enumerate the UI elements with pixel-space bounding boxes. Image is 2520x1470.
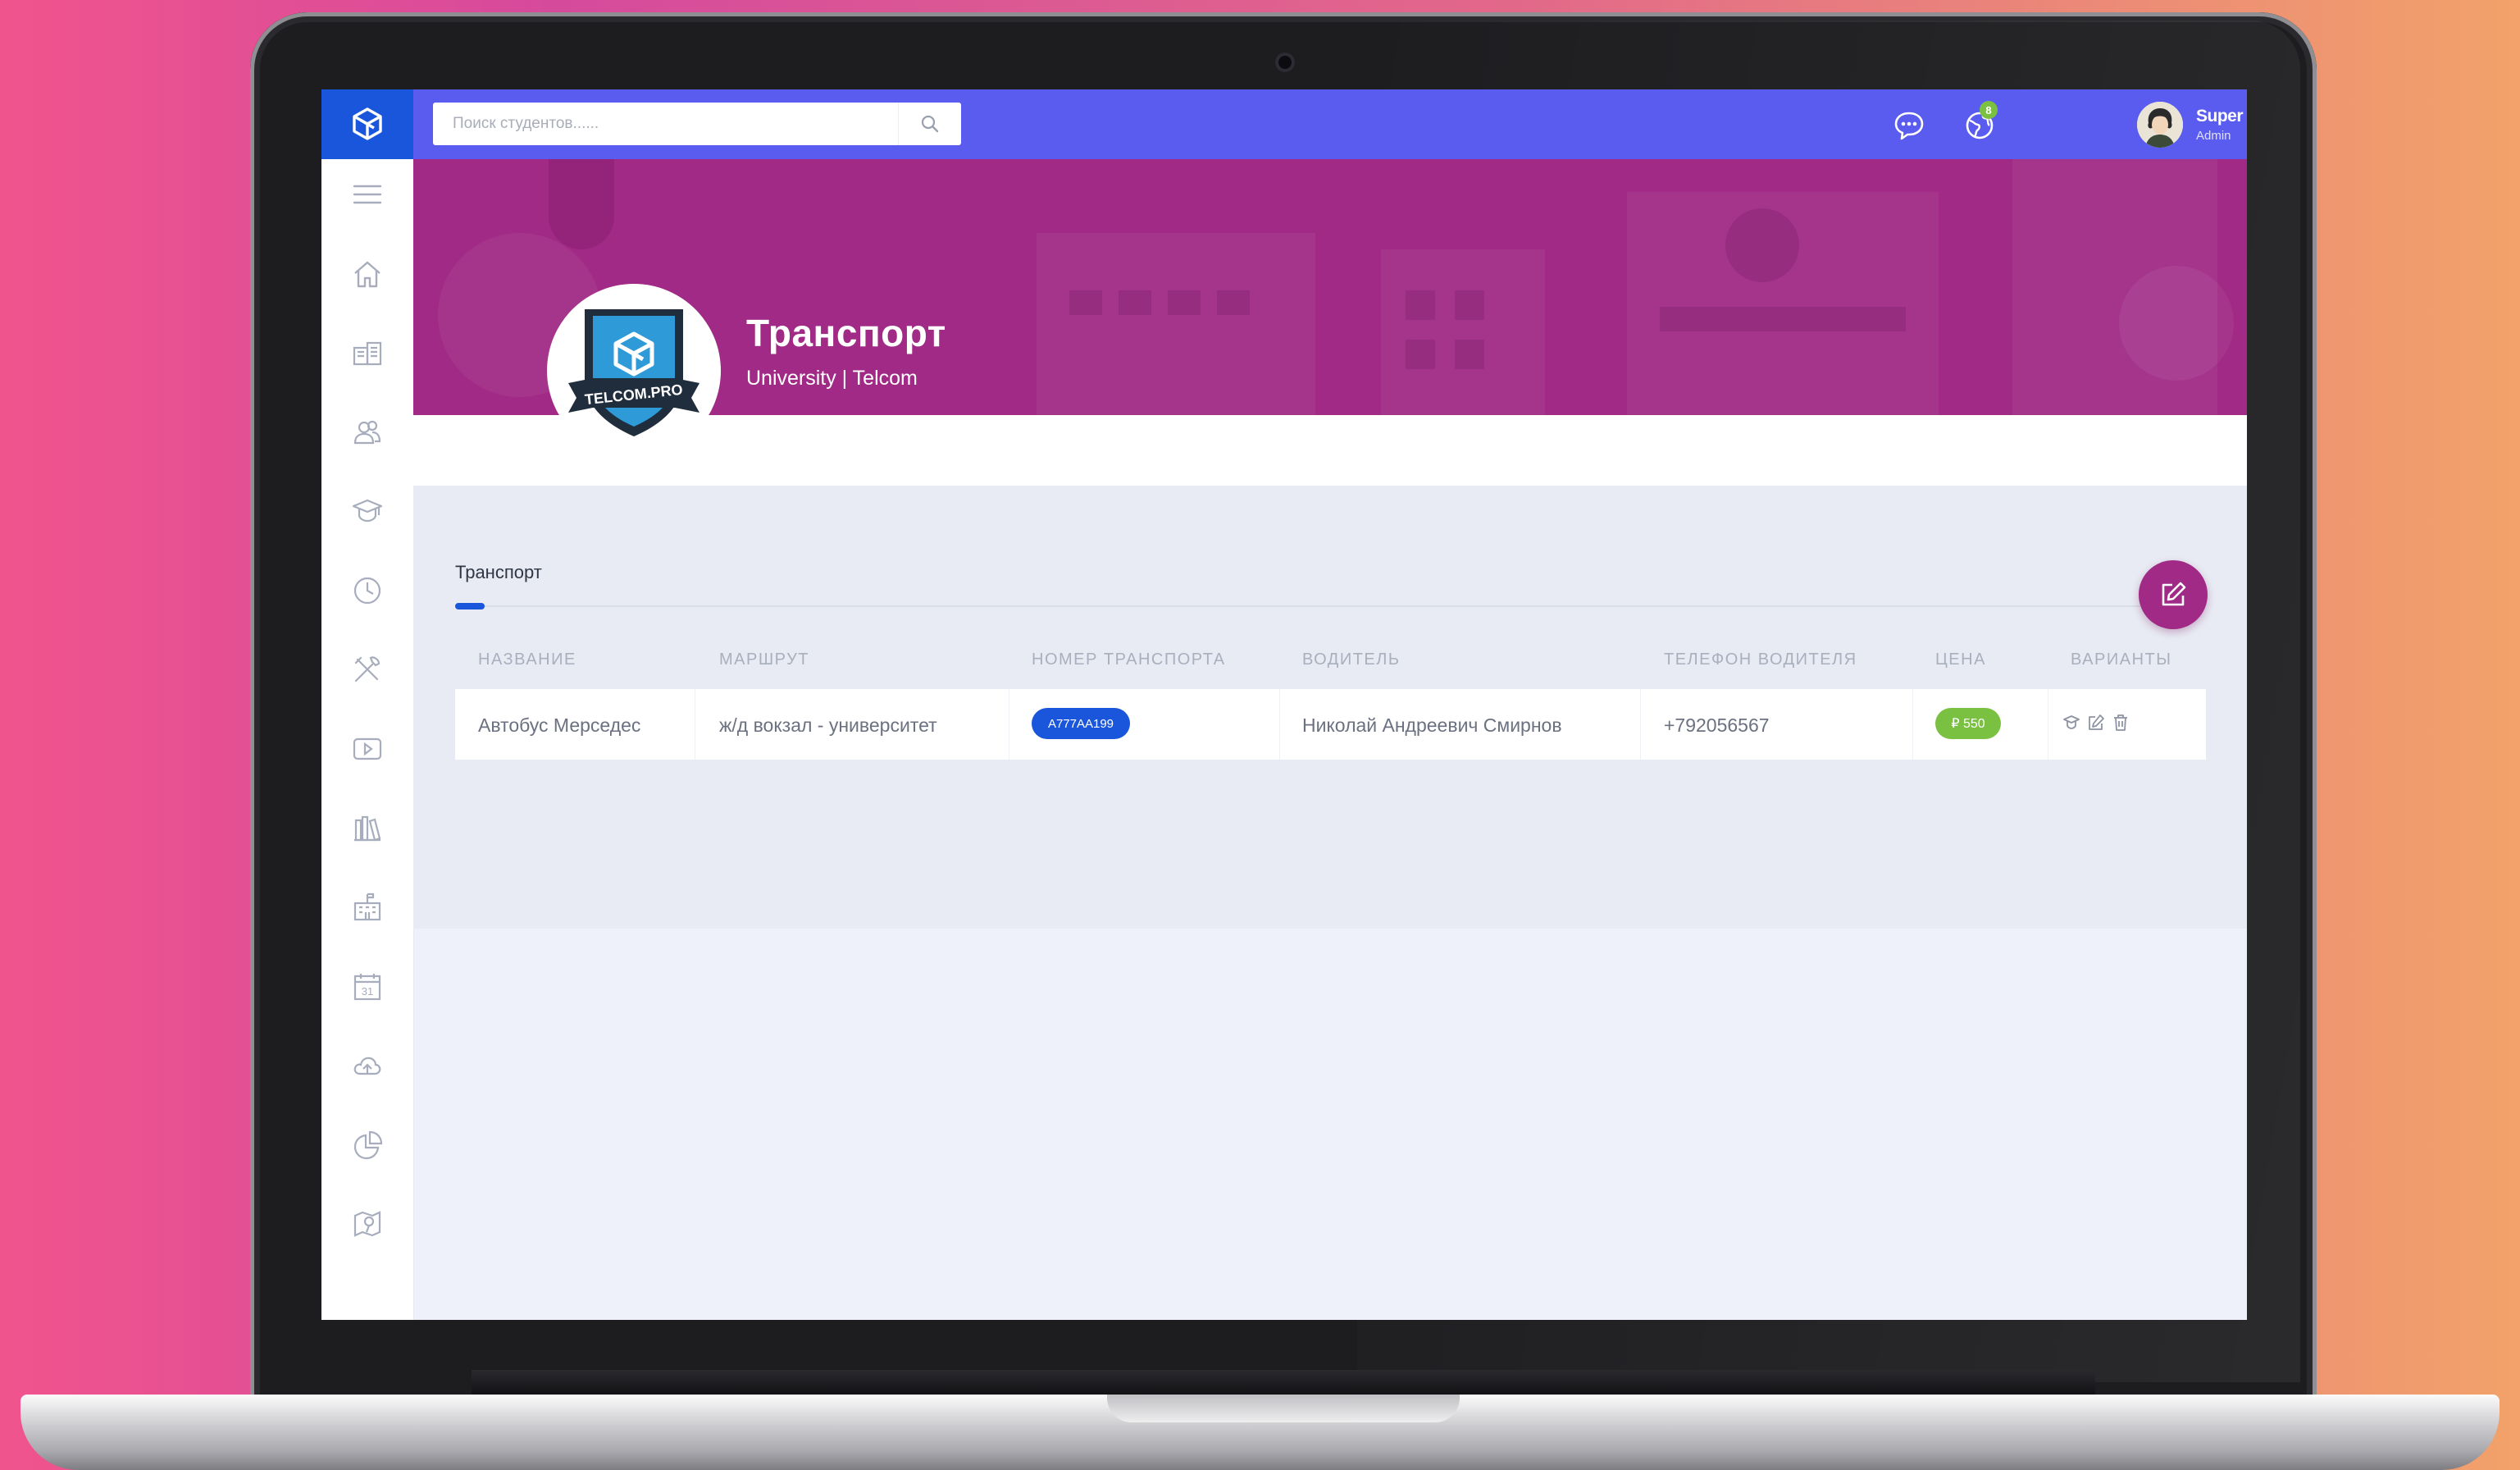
sidebar-item-schedule[interactable] [344,568,390,614]
search-button[interactable] [898,103,961,145]
cell-route: ж/д вокзал - университет [719,714,937,736]
menu-icon [353,185,382,204]
sidebar-item-video[interactable] [344,726,390,772]
calendar-day: 31 [362,985,373,998]
sidebar-item-home[interactable] [344,251,390,297]
tab-transport[interactable]: Транспорт [455,562,542,583]
user-name: Super Admin [2196,107,2247,126]
chart-icon [353,1130,383,1160]
student-icon [2063,715,2080,729]
sidebar-item-students[interactable] [344,489,390,535]
sidebar-item-menu[interactable] [344,171,390,217]
video-icon [353,737,382,760]
top-bar: 8 Super Admin Admin [413,89,2247,159]
col-header-route: МАРШРУТ [719,651,809,669]
page-title: Транспорт [746,312,946,354]
tab-underline [455,605,2140,607]
news-icon [353,341,382,366]
col-header-plate: НОМЕР ТРАНСПОРТА [1032,651,1226,669]
cell-plate-badge: A777AA199 [1032,708,1130,739]
col-header-phone: ТЕЛЕФОН ВОДИТЕЛЯ [1664,651,1857,669]
sidebar-item-news[interactable] [344,330,390,376]
notifications-button[interactable]: 8 [1960,101,1999,145]
col-header-driver: ВОДИТЕЛЬ [1302,651,1401,669]
sidebar: 31 [321,159,414,1320]
sidebar-item-school[interactable] [344,884,390,930]
search-input[interactable] [433,103,898,145]
calendar-icon: 31 [353,974,381,1001]
cube-logo-icon [353,107,382,140]
edit-icon [2089,714,2104,730]
users-icon [353,420,381,445]
clock-icon [353,577,381,605]
search-box [433,103,961,145]
graduation-cap-icon [352,499,383,523]
sidebar-item-users[interactable] [344,409,390,455]
col-header-actions: ВАРИАНТЫ [2071,651,2172,669]
tools-icon [354,656,381,682]
delete-row-button[interactable] [2109,710,2132,735]
notification-count-badge: 8 [1980,101,1998,119]
trash-icon [2114,714,2127,731]
user-role: Admin [2196,129,2231,143]
sidebar-item-library[interactable] [344,806,390,851]
app-screen: 8 Super Admin Admin [321,89,2247,1320]
cell-name: Автобус Мерседес [478,714,641,736]
cloud-icon [353,1057,381,1075]
brand-logo[interactable] [321,89,413,159]
map-icon [353,1211,381,1237]
avatar-image [2137,102,2183,148]
laptop-hinge [472,1370,2095,1396]
university-logo: TELCOM.PRO [547,284,721,458]
user-menu[interactable]: Super Admin Admin [2137,99,2247,150]
chat-icon [1894,112,1924,140]
view-student-button[interactable] [2060,710,2083,735]
avatar [2137,102,2183,148]
col-header-price: ЦЕНА [1935,651,1986,669]
edit-fab-button[interactable] [2139,560,2208,629]
sidebar-item-reports[interactable] [344,1122,390,1168]
sidebar-item-map[interactable] [344,1201,390,1247]
library-icon [354,815,381,842]
sidebar-item-cloud[interactable] [344,1043,390,1089]
sidebar-item-tools[interactable] [344,646,390,692]
edit-row-button[interactable] [2085,710,2108,735]
page-subtitle: University | Telcom [746,367,918,390]
school-icon [353,892,381,921]
chat-button[interactable] [1889,106,1929,145]
laptop-notch [1107,1395,1460,1422]
col-header-name: НАЗВАНИЕ [478,651,576,669]
webcam [1275,52,1295,72]
search-icon [921,115,939,133]
edit-icon [2162,582,2186,606]
tab-active-indicator [455,603,485,609]
shield-logo-icon: TELCOM.PRO [568,309,699,436]
home-icon [354,261,381,288]
sidebar-item-calendar[interactable]: 31 [344,964,390,1010]
cell-phone: +792056567 [1664,714,1770,736]
cell-driver: Николай Андреевич Смирнов [1302,714,1562,736]
cell-price-badge: ₽ 550 [1935,708,2001,739]
